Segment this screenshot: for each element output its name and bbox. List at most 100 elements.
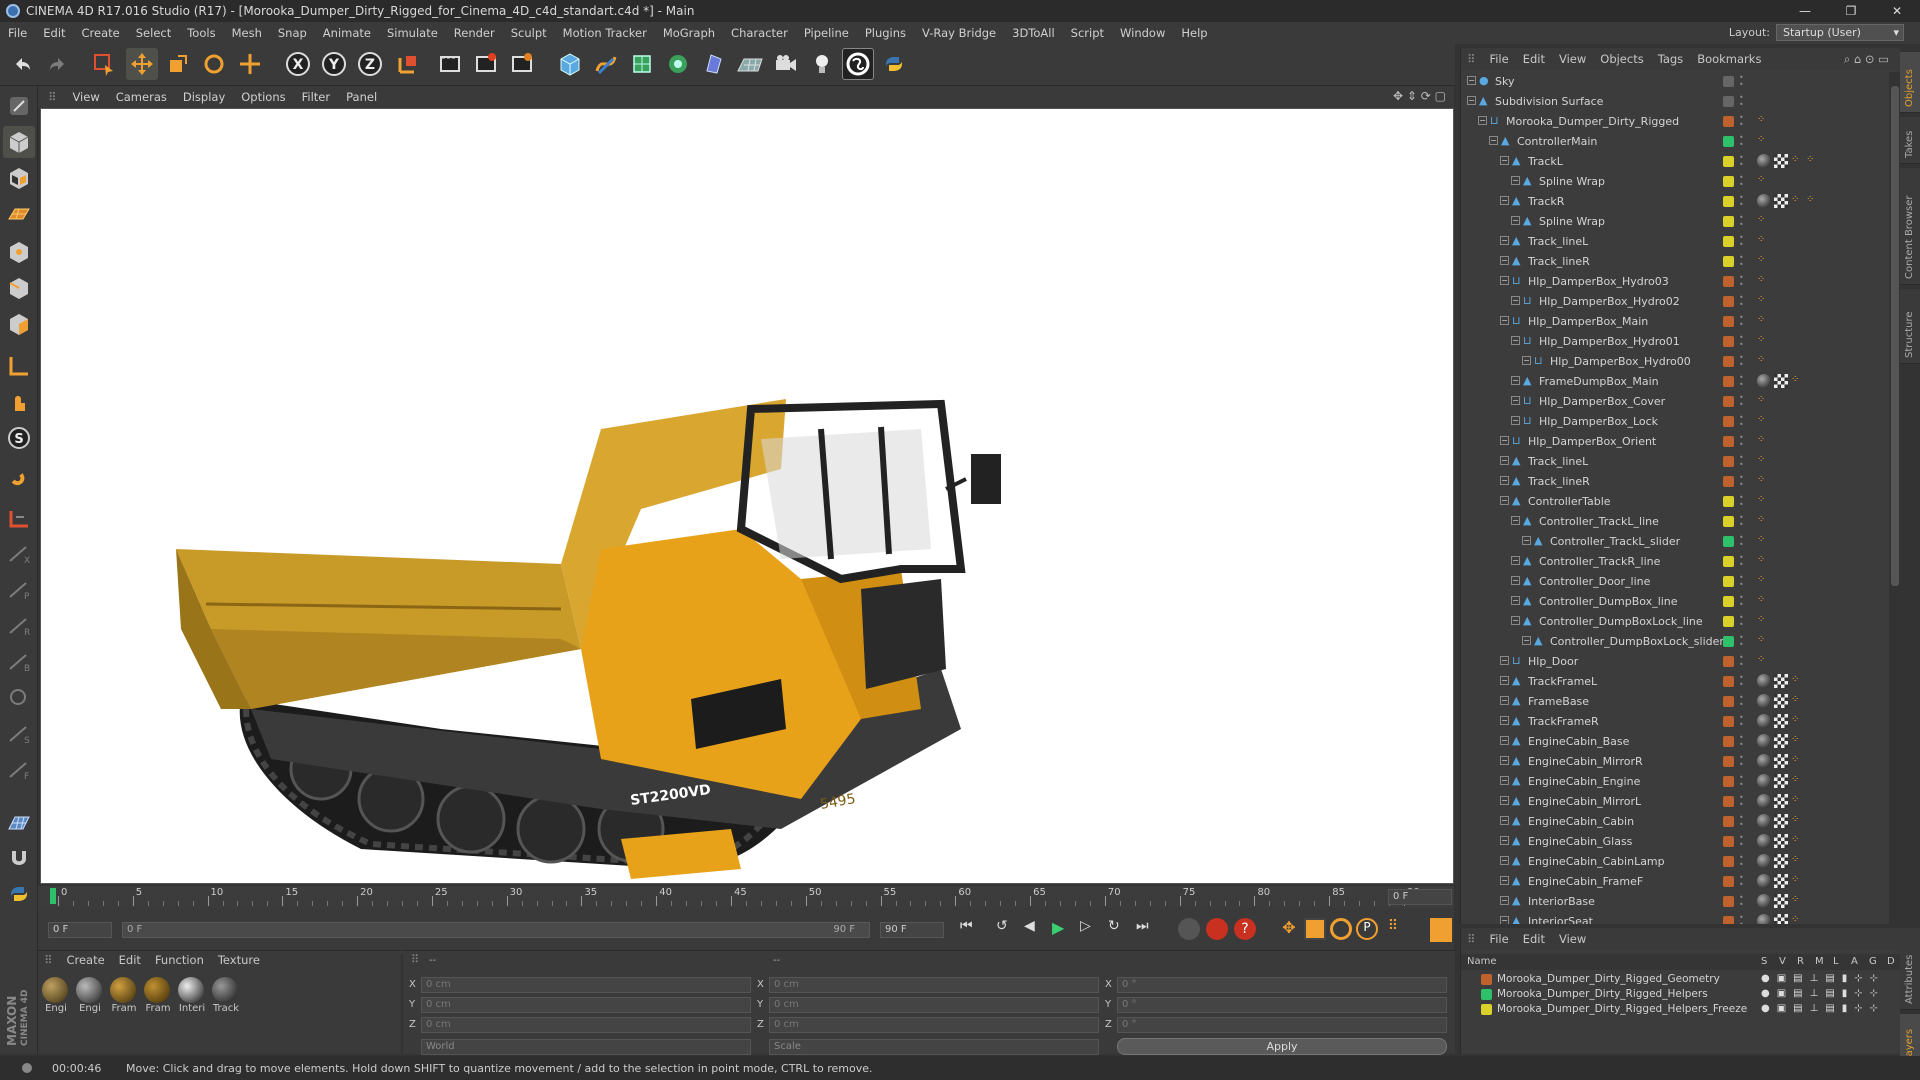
object-row[interactable]: − ▲ Controller_TrackL_slider • • ⁘ — [1461, 532, 1881, 552]
object-row[interactable]: − ● Sky • • — [1461, 72, 1881, 92]
menu-animate[interactable]: Animate — [315, 26, 379, 40]
layer-color-swatch[interactable] — [1723, 916, 1734, 924]
object-row[interactable]: − ▲ TrackFrameR • • ⁘ — [1461, 712, 1881, 732]
grid-snap-icon[interactable] — [3, 806, 35, 838]
right-tab-attributes[interactable]: Attributes — [1900, 928, 1920, 1010]
expand-toggle-icon[interactable]: − — [1500, 316, 1509, 325]
expand-toggle-icon[interactable]: − — [1500, 256, 1509, 265]
axis-mode-icon[interactable] — [3, 350, 35, 382]
object-row[interactable]: − ⊔ Morooka_Dumper_Dirty_Rigged • • ⁘ — [1461, 112, 1881, 132]
rotate-tool-icon[interactable] — [198, 48, 230, 80]
python-icon[interactable] — [878, 48, 910, 80]
expand-toggle-icon[interactable]: − — [1500, 476, 1509, 485]
pos-y-field[interactable]: 0 cm — [421, 997, 751, 1013]
y-axis-icon[interactable]: Y — [318, 48, 350, 80]
render-view-icon[interactable] — [434, 48, 466, 80]
om-menu-bookmarks[interactable]: Bookmarks — [1697, 52, 1761, 66]
visibility-dots-icon[interactable]: •• — [1739, 154, 1744, 169]
expand-toggle-icon[interactable]: − — [1500, 276, 1509, 285]
maximize-button[interactable]: ❐ — [1828, 0, 1874, 22]
sculpt-brush-icon[interactable]: B — [3, 646, 35, 678]
world-dropdown[interactable]: World — [421, 1039, 751, 1055]
menu-pipeline[interactable]: Pipeline — [796, 26, 857, 40]
selection-tag-icon[interactable]: ⁘ — [1791, 794, 1803, 806]
viewport-menu-view[interactable]: View — [64, 90, 107, 104]
layer-color-swatch[interactable] — [1723, 136, 1734, 147]
object-row[interactable]: − ▲ ControllerTable • • ⁘ — [1461, 492, 1881, 512]
expand-toggle-icon[interactable]: − — [1511, 556, 1520, 565]
lm-menu-edit[interactable]: Edit — [1523, 932, 1545, 946]
selection-tag-icon[interactable]: ⁘ — [1791, 874, 1803, 886]
visibility-dots-icon[interactable]: •• — [1739, 674, 1744, 689]
expand-toggle-icon[interactable]: − — [1500, 856, 1509, 865]
selection-tag-icon[interactable]: ⁘ — [1791, 754, 1803, 766]
layer-toggle-icons[interactable]: ●▣▤⊥▤▮⊹⊹ — [1761, 1003, 1885, 1014]
visibility-dots-icon[interactable]: •• — [1739, 554, 1744, 569]
layer-color-swatch[interactable] — [1723, 356, 1734, 367]
visibility-dots-icon[interactable]: •• — [1739, 294, 1744, 309]
visibility-dots-icon[interactable]: •• — [1739, 94, 1744, 109]
expand-toggle-icon[interactable]: − — [1489, 136, 1498, 145]
object-row[interactable]: − ▲ FrameBase • • ⁘ — [1461, 692, 1881, 712]
visibility-dots-icon[interactable]: •• — [1739, 874, 1744, 889]
visibility-dots-icon[interactable]: •• — [1739, 474, 1744, 489]
material-tag-icon[interactable] — [1757, 754, 1771, 768]
expand-toggle-icon[interactable]: − — [1511, 516, 1520, 525]
layer-color-swatch[interactable] — [1723, 796, 1734, 807]
selection-tag-icon[interactable]: ⁘ — [1757, 514, 1769, 526]
material-tag-icon[interactable] — [1757, 794, 1771, 808]
object-row[interactable]: − ▲ EngineCabin_MirrorL • • ⁘ — [1461, 792, 1881, 812]
layer-color-swatch[interactable] — [1723, 476, 1734, 487]
expand-toggle-icon[interactable]: − — [1500, 236, 1509, 245]
material-tag-icon[interactable] — [1757, 714, 1771, 728]
selection-tag-icon[interactable]: ⁘ — [1757, 454, 1769, 466]
material-tag-icon[interactable] — [1757, 734, 1771, 748]
z-axis-icon[interactable]: Z — [354, 48, 386, 80]
expand-toggle-icon[interactable]: − — [1467, 96, 1476, 105]
layer-color-swatch[interactable] — [1723, 296, 1734, 307]
layer-color-swatch[interactable] — [1723, 76, 1734, 87]
object-row[interactable]: − ⊔ Hlp_DamperBox_Hydro03 • • ⁘ — [1461, 272, 1881, 292]
expand-toggle-icon[interactable]: − — [1511, 416, 1520, 425]
size-y-field[interactable]: 0 cm — [769, 997, 1099, 1013]
undo-icon[interactable] — [6, 48, 38, 80]
cloner-icon[interactable] — [662, 48, 694, 80]
menu-vray-bridge[interactable]: V-Ray Bridge — [914, 26, 1004, 40]
viewport-menu-filter[interactable]: Filter — [294, 90, 338, 104]
expand-toggle-icon[interactable]: − — [1511, 336, 1520, 345]
object-row[interactable]: − ▲ Track_lineR • • ⁘ — [1461, 252, 1881, 272]
light-icon[interactable] — [806, 48, 838, 80]
3d-viewport[interactable]: ST2200VD 5495 — [40, 108, 1454, 884]
visibility-dots-icon[interactable]: •• — [1739, 854, 1744, 869]
layer-color-swatch[interactable] — [1723, 456, 1734, 467]
selection-tag-icon[interactable]: ⁘ — [1791, 674, 1803, 686]
layer-color-swatch[interactable] — [1723, 336, 1734, 347]
viewport-nav-icons[interactable]: ✥ ⇕ ⟳ ▢ — [1393, 89, 1446, 103]
selection-tag-icon[interactable]: ⁘ — [1791, 154, 1803, 166]
spline-pen-icon[interactable] — [590, 48, 622, 80]
expand-toggle-icon[interactable]: − — [1522, 356, 1531, 365]
rot-p-field[interactable]: 0 ° — [1117, 997, 1447, 1013]
visibility-dots-icon[interactable]: •• — [1739, 574, 1744, 589]
size-z-field[interactable]: 0 cm — [769, 1017, 1099, 1033]
x-axis-icon[interactable]: X — [282, 48, 314, 80]
expand-toggle-icon[interactable]: − — [1467, 76, 1476, 85]
texture-tag-icon[interactable] — [1774, 834, 1788, 848]
visibility-dots-icon[interactable]: •• — [1739, 794, 1744, 809]
expand-toggle-icon[interactable]: − — [1500, 716, 1509, 725]
layer-color-swatch[interactable] — [1723, 216, 1734, 227]
object-row[interactable]: − ⊔ Hlp_DamperBox_Main • • ⁘ — [1461, 312, 1881, 332]
menu-render[interactable]: Render — [446, 26, 503, 40]
texture-tag-icon[interactable] — [1774, 814, 1788, 828]
previous-key-icon[interactable]: ↺ — [996, 918, 1018, 940]
material-tag-icon[interactable] — [1757, 194, 1771, 208]
scale-dropdown[interactable]: Scale — [769, 1039, 1099, 1055]
next-key-icon[interactable]: ↻ — [1108, 918, 1130, 940]
visibility-dots-icon[interactable]: •• — [1739, 774, 1744, 789]
expand-toggle-icon[interactable]: − — [1500, 196, 1509, 205]
selection-tag-icon[interactable]: ⁘ — [1757, 574, 1769, 586]
floor-icon[interactable] — [734, 48, 766, 80]
object-row[interactable]: − ▲ Track_lineR • • ⁘ — [1461, 472, 1881, 492]
selection-tag-icon[interactable]: ⁘ — [1757, 274, 1769, 286]
menu-mograph[interactable]: MoGraph — [655, 26, 723, 40]
